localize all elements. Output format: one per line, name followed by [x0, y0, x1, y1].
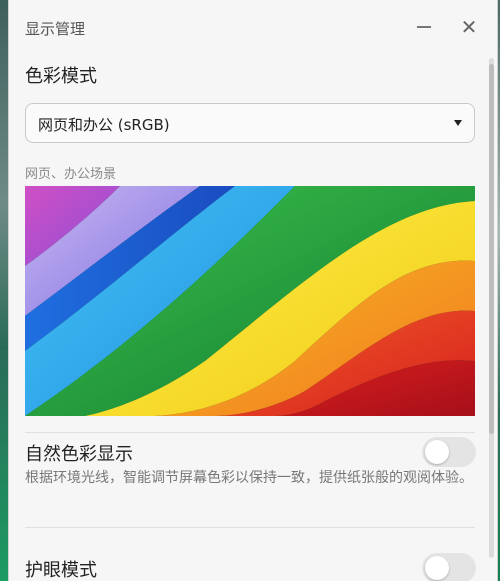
display-settings-window: 显示管理 ✕ 色彩模式 网页和办公 (sRGB) 网页、办公场景 自然色彩显示 …: [8, 0, 498, 581]
close-icon: ✕: [460, 15, 478, 39]
preview-caption: 网页、办公场景: [25, 167, 117, 182]
caret-down-icon: [454, 120, 462, 126]
minimize-icon: [417, 26, 431, 28]
vertical-scrollbar[interactable]: [489, 58, 494, 558]
color-preview-image: [25, 186, 475, 416]
natural-color-toggle[interactable]: [422, 437, 476, 467]
natural-color-title: 自然色彩显示: [25, 444, 133, 465]
window-title: 显示管理: [25, 20, 86, 38]
toggle-knob: [425, 556, 449, 580]
color-mode-dropdown[interactable]: 网页和办公 (sRGB): [25, 103, 475, 143]
eye-care-toggle[interactable]: [422, 553, 476, 581]
scrollbar-thumb[interactable]: [489, 64, 494, 434]
divider: [25, 432, 475, 433]
color-mode-heading: 色彩模式: [25, 66, 97, 87]
color-mode-selected-value: 网页和办公 (sRGB): [38, 116, 170, 134]
close-button[interactable]: ✕: [456, 14, 482, 40]
minimize-button[interactable]: [411, 14, 437, 40]
toggle-knob: [425, 440, 449, 464]
eye-care-title: 护眼模式: [25, 560, 97, 581]
title-bar: 显示管理 ✕: [9, 0, 497, 54]
divider: [25, 527, 475, 528]
natural-color-description: 根据环境光线，智能调节屏幕色彩以保持一致，提供纸张般的观阅体验。: [25, 470, 473, 486]
